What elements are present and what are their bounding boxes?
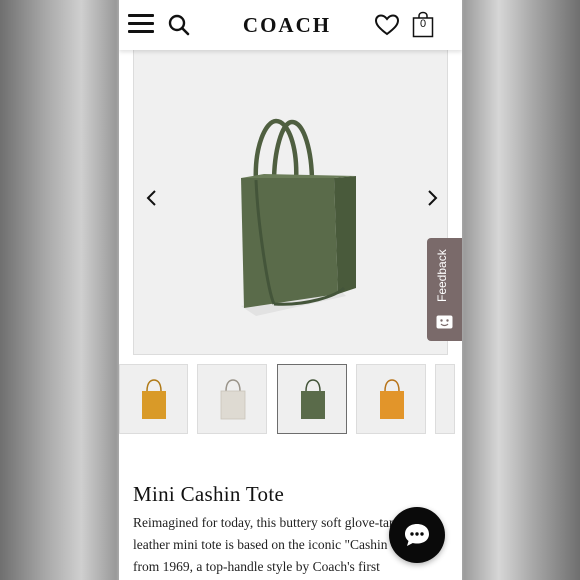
feedback-tab[interactable]: Feedback [427,238,462,341]
thumbnail-chalk[interactable] [197,364,267,434]
product-title: Mini Cashin Tote [133,482,285,506]
product-page: COACH 0 Mini Cashin Tote Reimagined for … [119,0,462,580]
feedback-face-icon [436,315,453,329]
next-image-chevron-icon[interactable] [424,188,440,208]
chat-button[interactable] [389,507,445,563]
product-image-carousel[interactable] [133,50,448,355]
top-navigation-bar: COACH 0 [119,0,462,50]
heart-icon[interactable] [374,13,400,37]
thumbnail-strip [119,364,462,434]
thumbnail-army-green[interactable] [277,364,347,434]
menu-icon[interactable] [128,14,154,36]
brand-logo[interactable]: COACH [229,13,345,38]
feedback-label: Feedback [435,249,449,302]
product-image [241,118,356,316]
search-icon[interactable] [167,13,191,37]
thumbnail-partial[interactable] [435,364,455,434]
bag-count: 0 [419,18,427,30]
previous-image-chevron-icon[interactable] [144,188,160,208]
thumbnail-orange[interactable] [356,364,426,434]
chat-bubble-icon [405,524,429,546]
thumbnail-mustard[interactable] [119,364,188,434]
